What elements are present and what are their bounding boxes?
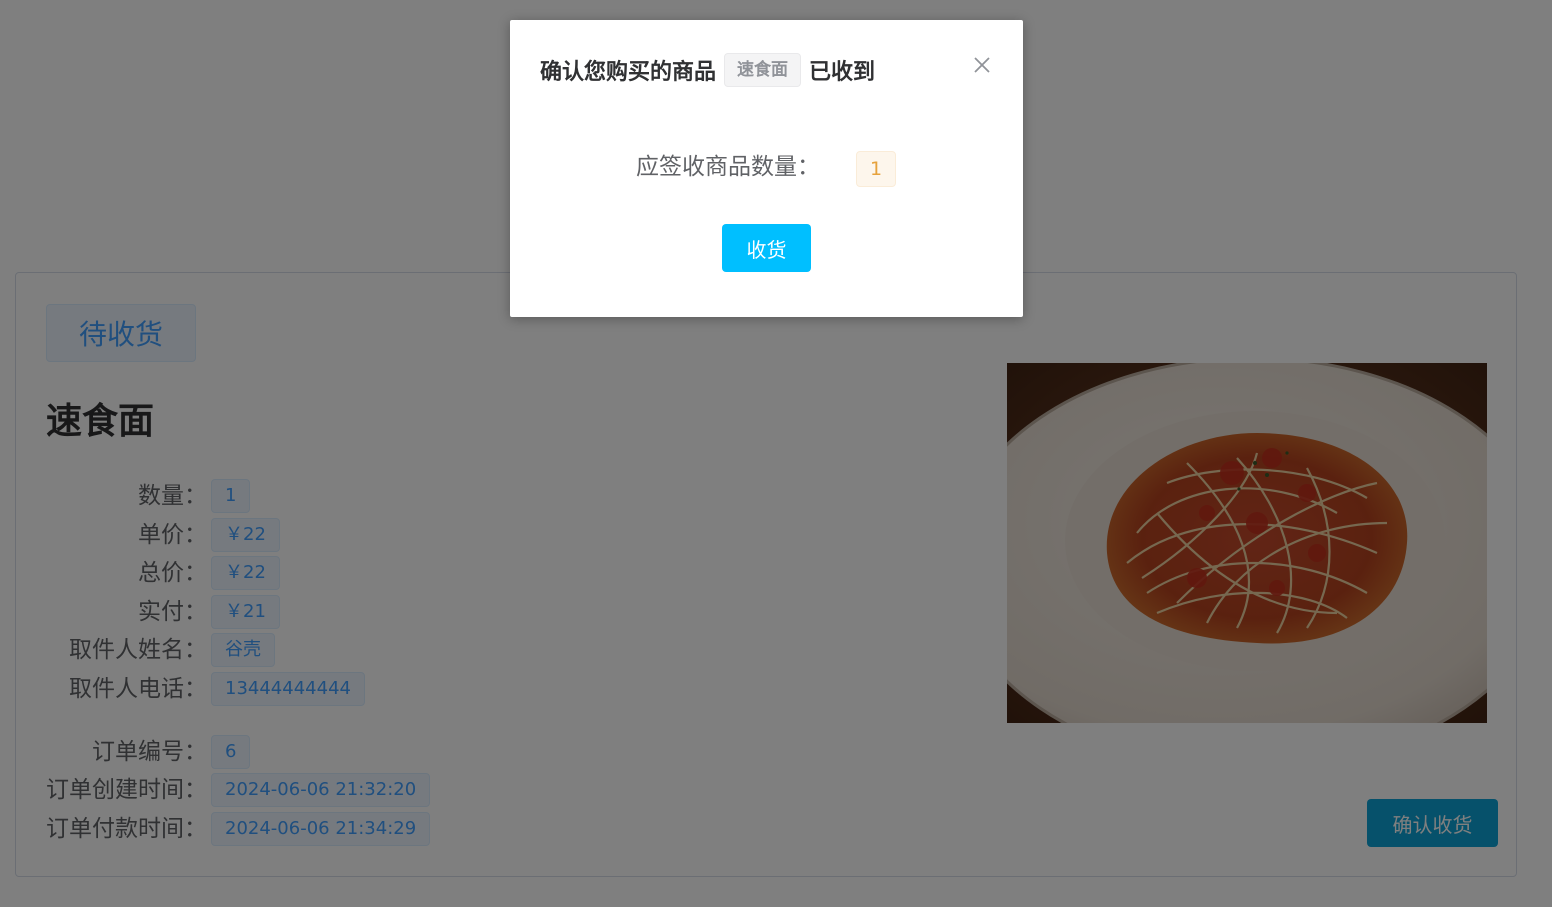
dialog-title-suffix: 已收到 <box>809 60 876 85</box>
receive-button[interactable]: 收货 <box>722 224 811 272</box>
close-icon[interactable] <box>971 54 993 76</box>
confirm-receipt-dialog: 确认您购买的商品 速食面 已收到 应签收商品数量： 1 收货 <box>510 20 1023 317</box>
quantity-value-tag: 1 <box>856 151 896 187</box>
quantity-label: 应签收商品数量： <box>636 154 820 180</box>
dialog-title-prefix: 确认您购买的商品 <box>540 60 717 85</box>
dialog-title: 确认您购买的商品 速食面 已收到 <box>540 52 875 88</box>
dialog-title-product-tag: 速食面 <box>724 53 802 87</box>
